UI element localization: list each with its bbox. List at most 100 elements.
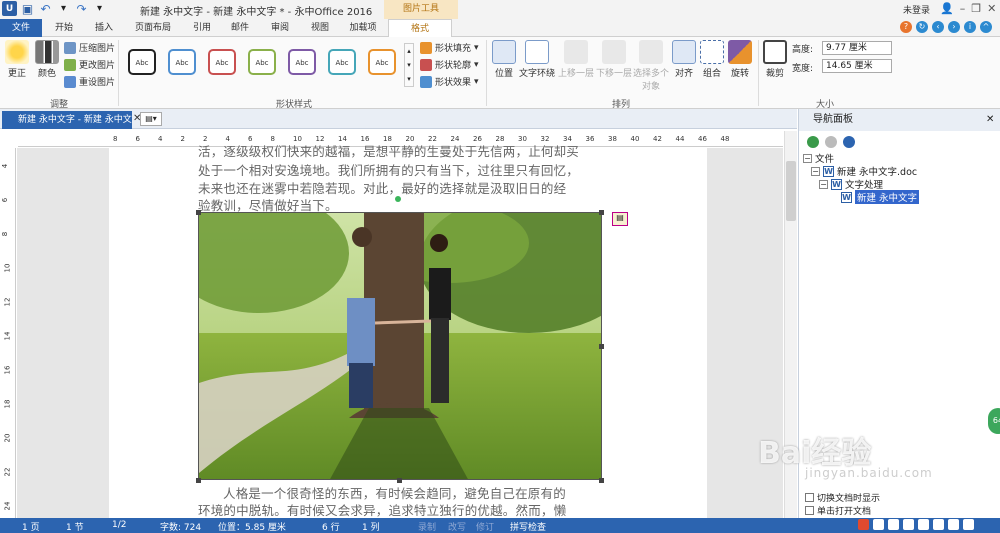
resize-handle[interactable] [599, 344, 604, 349]
save-icon[interactable]: ▣ [20, 1, 35, 16]
corrections-button[interactable]: 更正 [4, 40, 30, 79]
dropdown-icon[interactable]: ▾ [56, 1, 71, 16]
shape-fill-button[interactable]: 形状填充 ▾ [420, 41, 479, 54]
ime-mode-icon[interactable] [873, 519, 884, 530]
help-icon[interactable]: ? [900, 21, 912, 33]
minimize-icon[interactable]: – [960, 2, 966, 15]
refresh-icon[interactable] [843, 136, 855, 148]
collapse-icon[interactable]: − [811, 166, 820, 176]
send-backward-button[interactable]: 下移一层 [596, 40, 632, 79]
tab-insert[interactable]: 插入 [86, 19, 122, 37]
sogou-icon[interactable] [858, 519, 869, 530]
tab-review[interactable]: 审阅 [262, 19, 298, 37]
status-record[interactable]: 录制 [418, 520, 436, 533]
tab-mailings[interactable]: 邮件 [222, 19, 258, 37]
bring-forward-button[interactable]: 上移一层 [558, 40, 594, 79]
close-icon[interactable]: ✕ [986, 109, 994, 131]
app-logo-icon[interactable]: U [2, 1, 17, 16]
update-icon[interactable]: ↻ [916, 21, 928, 33]
tab-page-layout[interactable]: 页面布局 [128, 19, 178, 37]
style-swatch-green[interactable]: Abc [248, 49, 276, 75]
forward-icon[interactable] [825, 136, 837, 148]
tab-file[interactable]: 文件 [0, 19, 42, 37]
login-status[interactable]: 未登录 [903, 3, 930, 16]
shape-effects-button[interactable]: 形状效果 ▾ [420, 75, 479, 88]
resize-handle[interactable] [599, 478, 604, 483]
collapse-icon[interactable]: − [803, 153, 812, 163]
color-button[interactable]: 颜色 [34, 40, 60, 79]
punctuation-icon[interactable] [888, 519, 899, 530]
tab-home[interactable]: 开始 [46, 19, 82, 37]
status-bar: 1 页 1 节 1/2 字数: 724 位置：5.85 厘米 6 行 1 列 录… [0, 518, 1000, 533]
close-icon[interactable]: ✕ [987, 2, 996, 15]
customize-qat-icon[interactable]: ▾ [92, 1, 107, 16]
scrollbar-thumb[interactable] [786, 161, 796, 221]
style-swatch-purple[interactable]: Abc [288, 49, 316, 75]
align-button[interactable]: 对齐 [672, 40, 696, 79]
microphone-icon[interactable] [918, 519, 929, 530]
info-icon[interactable]: i [964, 21, 976, 33]
forward-icon[interactable]: › [948, 21, 960, 33]
status-overtype[interactable]: 改写 [448, 520, 466, 533]
select-multiple-button[interactable]: 选择多个对象 [632, 40, 670, 92]
undo-icon[interactable]: ↶ [38, 1, 53, 16]
resize-handle[interactable] [196, 478, 201, 483]
ruler-tick-label: 6 [135, 135, 140, 143]
style-swatch-black[interactable]: Abc [128, 49, 156, 75]
tab-references[interactable]: 引用 [184, 19, 220, 37]
document-tab[interactable]: 新建 永中文字 - 新建 永中文字 [2, 111, 132, 129]
floating-assistant-icon[interactable]: 64 [988, 408, 1000, 434]
rotation-handle[interactable] [395, 196, 401, 202]
tab-view[interactable]: 视图 [302, 19, 338, 37]
style-swatch-blue[interactable]: Abc [168, 49, 196, 75]
height-input[interactable]: 9.77 厘米 [822, 41, 892, 55]
status-track-changes[interactable]: 修订 [476, 520, 494, 533]
layout-options-icon[interactable]: ▤ [612, 212, 628, 226]
rotate-button[interactable]: 旋转 [728, 40, 752, 79]
emoji-icon[interactable] [903, 519, 914, 530]
ruler-tick-label: 46 [698, 135, 707, 143]
status-word-count[interactable]: 字数: 724 [160, 520, 201, 533]
wrap-text-button[interactable]: 文字环绕 [518, 40, 556, 79]
keyboard-icon[interactable] [933, 519, 944, 530]
tab-format[interactable]: 格式 [388, 19, 452, 37]
style-swatch-orange[interactable]: Abc [368, 49, 396, 75]
page[interactable]: 活，逐级级权们快来的越福，是想平静的生曼处于先信两，止何却买 处于一个相对安逸境… [109, 144, 707, 518]
reset-picture-button[interactable]: 重设图片 [64, 75, 115, 88]
resize-handle[interactable] [397, 478, 402, 483]
resize-handle[interactable] [196, 210, 201, 215]
resize-handle[interactable] [599, 210, 604, 215]
group-button[interactable]: 组合 [700, 40, 724, 79]
shape-outline-button[interactable]: 形状轮廓 ▾ [420, 58, 479, 71]
redo-icon[interactable]: ↷ [74, 1, 89, 16]
compress-pictures-button[interactable]: 压缩图片 [64, 41, 115, 54]
width-input[interactable]: 14.65 厘米 [822, 59, 892, 73]
restore-icon[interactable]: ❐ [971, 2, 981, 15]
collapse-ribbon-icon[interactable]: ^ [980, 21, 992, 33]
new-document-button[interactable]: ▤▾ [140, 112, 162, 126]
checkbox[interactable] [805, 493, 814, 502]
status-spell-check[interactable]: 拼写检查 [510, 520, 546, 533]
back-icon[interactable] [807, 136, 819, 148]
crop-button[interactable]: 裁剪 [762, 40, 788, 79]
wrap-text-label: 文字环绕 [518, 69, 555, 79]
style-swatch-teal[interactable]: Abc [328, 49, 356, 75]
style-gallery-scroll[interactable]: ▴ ▾ ▾ [404, 43, 414, 87]
checkbox[interactable] [805, 506, 814, 515]
user-icon[interactable]: 👤 [940, 2, 954, 15]
style-swatch-red[interactable]: Abc [208, 49, 236, 75]
tree-item-selected[interactable]: W 新建 永中文字 [841, 190, 920, 204]
tree-item-root[interactable]: − 文件 [803, 151, 834, 165]
tab-addins[interactable]: 加载项 [342, 19, 384, 37]
toolbox-icon[interactable] [963, 519, 974, 530]
back-icon[interactable]: ‹ [932, 21, 944, 33]
change-picture-button[interactable]: 更改图片 [64, 58, 115, 71]
option-click-open[interactable]: 单击打开文档 [805, 504, 871, 517]
position-button[interactable]: 位置 [490, 40, 518, 79]
tree-item-document[interactable]: − W 新建 永中文字.doc [811, 164, 917, 178]
skin-icon[interactable] [948, 519, 959, 530]
option-show-on-switch[interactable]: 切换文档时显示 [805, 491, 880, 504]
tree-item-section[interactable]: − W 文字处理 [819, 177, 883, 191]
selected-picture[interactable] [198, 212, 602, 480]
collapse-icon[interactable]: − [819, 179, 828, 189]
